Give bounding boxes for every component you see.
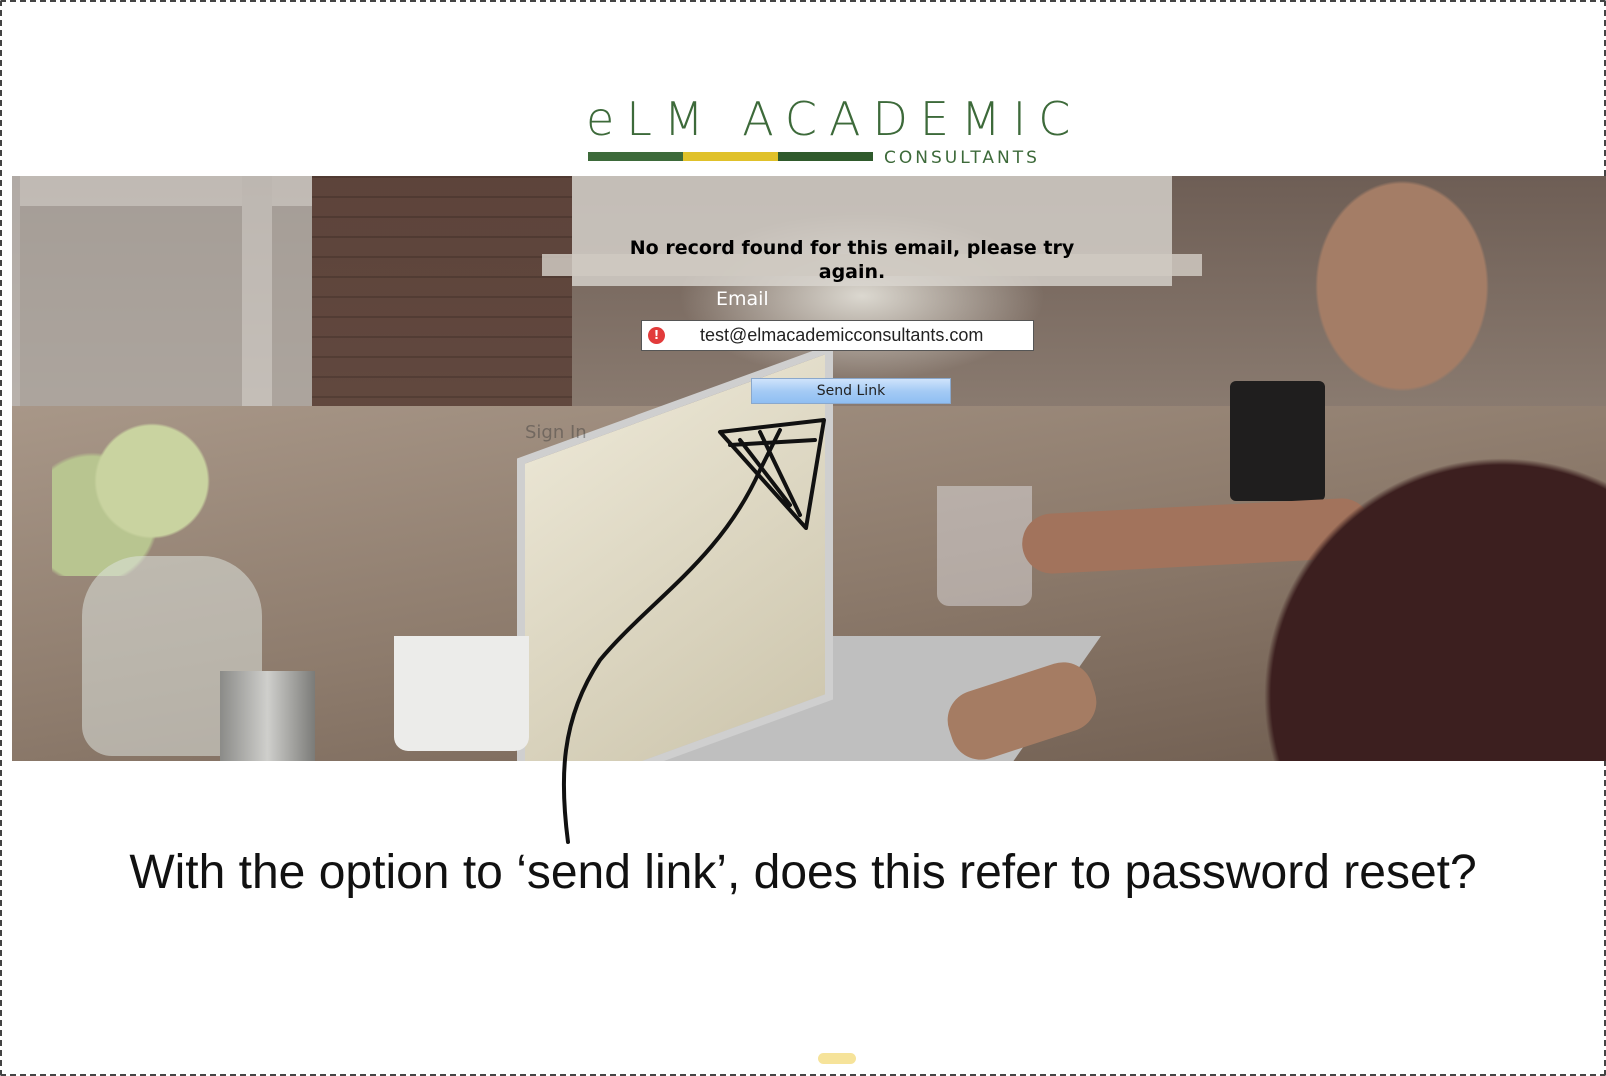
annotation-question: With the option to ‘send link’, does thi… (129, 846, 1477, 899)
highlight-mark (818, 1053, 856, 1064)
arrow-line (561, 428, 782, 844)
annotation-arrow (561, 418, 826, 844)
